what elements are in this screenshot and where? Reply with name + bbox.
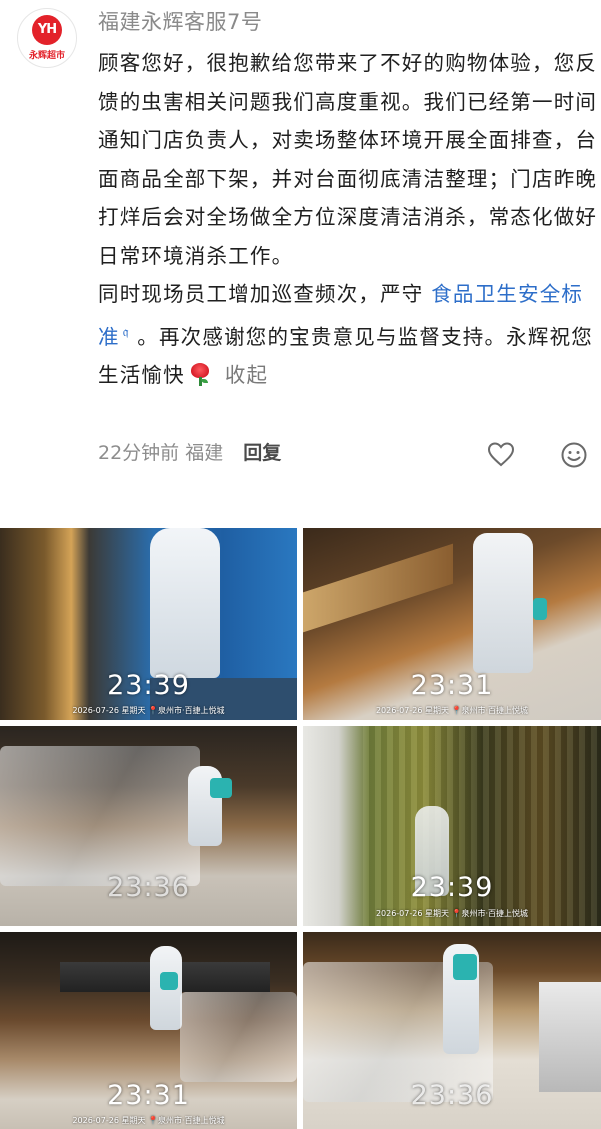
brand-logo-caption: 永辉超市 xyxy=(28,51,65,61)
photo-2-time: 23:31 xyxy=(410,670,494,701)
comment-meta: 22分钟前 福建 回复 xyxy=(98,438,281,465)
photo-5-stamp: 2026-07-26 星期天 📍泉州市·百捷上悦城 xyxy=(72,1116,225,1125)
photo-5[interactable]: 23:31 2026-07-26 星期天 📍泉州市·百捷上悦城 xyxy=(0,932,297,1129)
search-icon: 𝔮 xyxy=(122,324,130,340)
comment-card: YH 永辉超市 福建永辉客服7号 顾客您好，很抱歉给您带来了不好的购物体验，您反… xyxy=(0,0,601,490)
comment-paragraph-2: 同时现场员工增加巡查频次，严守 食品卫生安全标准 𝔮 。再次感谢您的宝贵意见与监督… xyxy=(98,275,598,394)
emoji-icon[interactable] xyxy=(560,441,588,469)
photo-4-stamp: 2026-07-26 星期天 📍泉州市·百捷上悦城 xyxy=(375,909,529,918)
photo-6[interactable]: 23:36 xyxy=(303,932,601,1129)
photo-4[interactable]: 23:39 2026-07-26 星期天 📍泉州市·百捷上悦城 xyxy=(303,726,601,926)
collapse-button[interactable]: 收起 xyxy=(225,363,268,387)
username[interactable]: 福建永辉客服7号 xyxy=(98,6,262,36)
photo-1[interactable]: 23:39 2026-07-26 星期天 📍泉州市·百捷上悦城 xyxy=(0,528,297,720)
photo-3[interactable]: 23:36 xyxy=(0,726,297,926)
paragraph-2-text-start: 同时现场员工增加巡查频次，严守 xyxy=(98,282,432,306)
comment-paragraph-1: 顾客您好，很抱歉给您带来了不好的购物体验，您反馈的虫害相关问题我们高度重视。我们… xyxy=(98,51,598,268)
brand-logo: YH xyxy=(32,15,62,45)
comment-body: 顾客您好，很抱歉给您带来了不好的购物体验，您反馈的虫害相关问题我们高度重视。我们… xyxy=(98,44,598,394)
photo-5-time: 23:31 xyxy=(107,1080,190,1111)
photo-2-stamp: 2026-07-26 星期天 📍泉州市·百捷上悦城 xyxy=(375,706,529,715)
timestamp: 22分钟前 xyxy=(98,442,180,464)
paragraph-2-text-end: 。再次感谢您的宝贵意见与监督支持。永辉祝您生活愉快 xyxy=(98,324,593,387)
photo-4-time: 23:39 xyxy=(410,872,494,903)
photo-6-time: 23:36 xyxy=(410,1080,494,1111)
heart-icon[interactable] xyxy=(487,441,515,467)
photo-1-stamp: 2026-07-26 星期天 📍泉州市·百捷上悦城 xyxy=(72,706,225,715)
photo-3-time: 23:36 xyxy=(107,872,190,903)
photo-1-time: 23:39 xyxy=(107,670,190,701)
avatar[interactable]: YH 永辉超市 xyxy=(17,8,77,68)
photo-grid: 23:39 2026-07-26 星期天 📍泉州市·百捷上悦城 23:31 20… xyxy=(0,528,601,1129)
photo-2[interactable]: 23:31 2026-07-26 星期天 📍泉州市·百捷上悦城 xyxy=(303,528,601,720)
location: 福建 xyxy=(185,442,224,464)
rose-emoji-icon xyxy=(189,362,211,386)
reply-button[interactable]: 回复 xyxy=(243,442,281,464)
